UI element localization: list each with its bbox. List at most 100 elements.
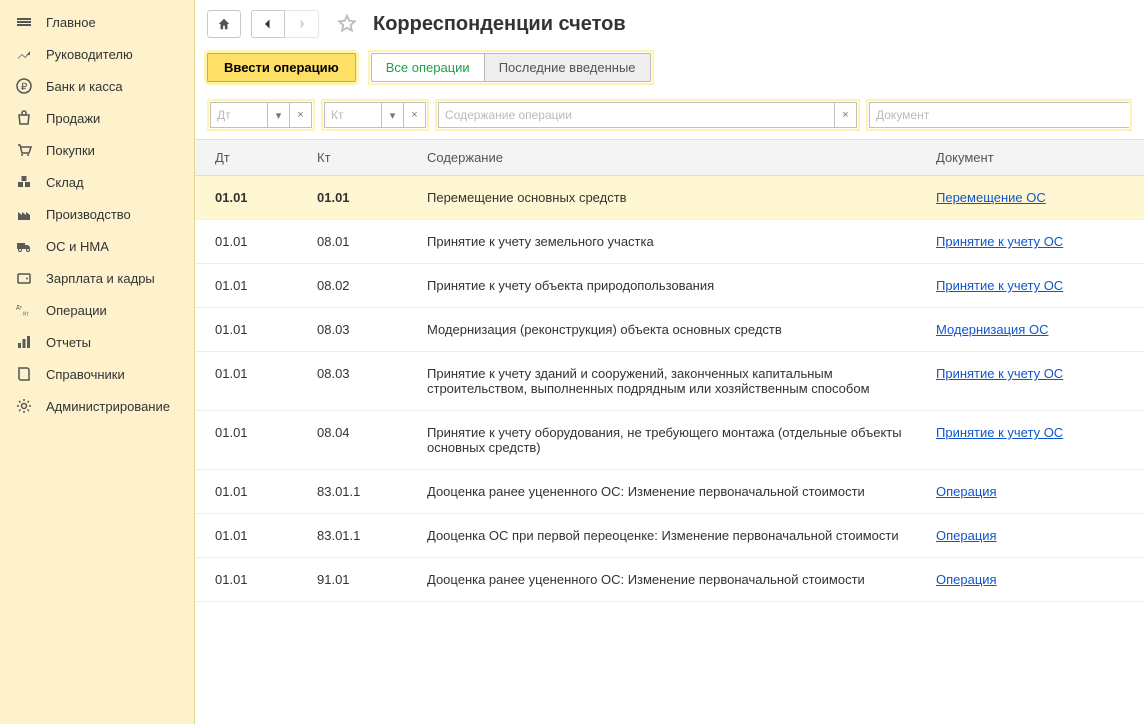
cell-dt: 01.01	[195, 514, 305, 558]
cell-dt: 01.01	[195, 176, 305, 220]
table-row[interactable]: 01.0101.01Перемещение основных средствПе…	[195, 176, 1144, 220]
toggle-all-operations[interactable]: Все операции	[371, 53, 485, 82]
svg-text:Кт: Кт	[23, 311, 29, 317]
sidebar-item-label: Руководителю	[46, 47, 133, 62]
toggle-recent-operations[interactable]: Последние введенные	[485, 53, 651, 82]
cell-content: Модернизация (реконструкция) объекта осн…	[415, 308, 924, 352]
table-row[interactable]: 01.0108.03Модернизация (реконструкция) о…	[195, 308, 1144, 352]
filter-kt-clear[interactable]: ×	[404, 102, 426, 128]
sidebar-item-boxes[interactable]: Склад	[0, 166, 194, 198]
table-body: 01.0101.01Перемещение основных средствПе…	[195, 176, 1144, 602]
sidebar-item-label: Операции	[46, 303, 107, 318]
doc-link[interactable]: Модернизация ОС	[936, 322, 1048, 337]
sidebar-item-label: Продажи	[46, 111, 100, 126]
filter-content-clear[interactable]: ×	[835, 102, 857, 128]
cell-doc: Принятие к учету ОС	[924, 264, 1144, 308]
cell-doc: Принятие к учету ОС	[924, 352, 1144, 411]
cell-content: Принятие к учету зданий и сооружений, за…	[415, 352, 924, 411]
cell-kt: 08.01	[305, 220, 415, 264]
cell-content: Дооценка ранее уцененного ОС: Изменение …	[415, 470, 924, 514]
menu-icon	[14, 14, 34, 30]
cell-doc: Перемещение ОС	[924, 176, 1144, 220]
doc-link[interactable]: Операция	[936, 528, 997, 543]
svg-text:Дт: Дт	[16, 305, 23, 311]
table-row[interactable]: 01.0183.01.1Дооценка ОС при первой перео…	[195, 514, 1144, 558]
table-row[interactable]: 01.0108.01Принятие к учету земельного уч…	[195, 220, 1144, 264]
cart-icon	[14, 142, 34, 158]
filter-dt-dropdown[interactable]: ▾	[268, 102, 290, 128]
toolbar: Ввести операцию Все операции Последние в…	[195, 46, 1144, 95]
sidebar-item-trend[interactable]: Руководителю	[0, 38, 194, 70]
home-button[interactable]	[207, 10, 241, 38]
page-title: Корреспонденции счетов	[373, 13, 626, 36]
sidebar-item-truck[interactable]: ОС и НМА	[0, 230, 194, 262]
trend-icon	[14, 46, 34, 62]
sidebar-item-factory[interactable]: Производство	[0, 198, 194, 230]
cell-doc: Операция	[924, 558, 1144, 602]
table-row[interactable]: 01.0108.03Принятие к учету зданий и соор…	[195, 352, 1144, 411]
sidebar-item-ruble[interactable]: ₽ Банк и касса	[0, 70, 194, 102]
sidebar-item-chart[interactable]: Отчеты	[0, 326, 194, 358]
cell-dt: 01.01	[195, 470, 305, 514]
cell-content: Принятие к учету объекта природопользова…	[415, 264, 924, 308]
doc-link[interactable]: Принятие к учету ОС	[936, 278, 1063, 293]
filter-doc-input[interactable]	[869, 102, 1129, 128]
sidebar-item-label: Производство	[46, 207, 131, 222]
nav-back-button[interactable]	[251, 10, 285, 38]
filter-kt-dropdown[interactable]: ▾	[382, 102, 404, 128]
th-content[interactable]: Содержание	[415, 140, 924, 176]
table-row[interactable]: 01.0108.02Принятие к учету объекта приро…	[195, 264, 1144, 308]
sidebar-item-label: Отчеты	[46, 335, 91, 350]
sidebar-item-dtkt[interactable]: ДтКт Операции	[0, 294, 194, 326]
doc-link[interactable]: Операция	[936, 484, 997, 499]
sidebar-item-label: Справочники	[46, 367, 125, 382]
view-toggle: Все операции Последние введенные	[368, 50, 654, 85]
doc-link[interactable]: Операция	[936, 572, 997, 587]
sidebar: Главное Руководителю ₽ Банк и касса Продажи П…	[0, 0, 195, 724]
sidebar-item-label: Зарплата и кадры	[46, 271, 155, 286]
cell-kt: 83.01.1	[305, 514, 415, 558]
nav-forward-button[interactable]	[285, 10, 319, 38]
sidebar-item-menu[interactable]: Главное	[0, 6, 194, 38]
sidebar-item-label: ОС и НМА	[46, 239, 109, 254]
svg-text:₽: ₽	[21, 82, 28, 93]
cell-dt: 01.01	[195, 220, 305, 264]
filter-dt-input[interactable]	[210, 102, 268, 128]
sidebar-item-wallet[interactable]: Зарплата и кадры	[0, 262, 194, 294]
dtkt-icon: ДтКт	[14, 302, 34, 318]
doc-link[interactable]: Перемещение ОС	[936, 190, 1046, 205]
th-doc[interactable]: Документ	[924, 140, 1144, 176]
cell-content: Принятие к учету оборудования, не требую…	[415, 411, 924, 470]
sidebar-item-gear[interactable]: Администрирование	[0, 390, 194, 422]
sidebar-item-label: Покупки	[46, 143, 95, 158]
cell-content: Дооценка ОС при первой переоценке: Измен…	[415, 514, 924, 558]
filter-kt-input[interactable]	[324, 102, 382, 128]
cell-doc: Принятие к учету ОС	[924, 411, 1144, 470]
main: Корреспонденции счетов Ввести операцию В…	[195, 0, 1144, 724]
sidebar-item-cart[interactable]: Покупки	[0, 134, 194, 166]
th-dt[interactable]: Дт	[195, 140, 305, 176]
doc-link[interactable]: Принятие к учету ОС	[936, 234, 1063, 249]
filter-dt-clear[interactable]: ×	[290, 102, 312, 128]
table-wrap[interactable]: Дт Кт Содержание Документ 01.0101.01Пере…	[195, 140, 1144, 724]
sidebar-item-bag[interactable]: Продажи	[0, 102, 194, 134]
table-row[interactable]: 01.0183.01.1Дооценка ранее уцененного ОС…	[195, 470, 1144, 514]
doc-link[interactable]: Принятие к учету ОС	[936, 366, 1063, 381]
truck-icon	[14, 238, 34, 254]
doc-link[interactable]: Принятие к учету ОС	[936, 425, 1063, 440]
enter-operation-button[interactable]: Ввести операцию	[207, 53, 356, 82]
titlebar: Корреспонденции счетов	[195, 0, 1144, 46]
favorite-star-icon[interactable]	[333, 10, 361, 38]
sidebar-item-label: Склад	[46, 175, 84, 190]
sidebar-item-label: Банк и касса	[46, 79, 123, 94]
book-icon	[14, 366, 34, 382]
cell-doc: Операция	[924, 470, 1144, 514]
factory-icon	[14, 206, 34, 222]
table-row[interactable]: 01.0108.04Принятие к учету оборудования,…	[195, 411, 1144, 470]
filter-content-input[interactable]	[438, 102, 835, 128]
cell-kt: 01.01	[305, 176, 415, 220]
table-row[interactable]: 01.0191.01Дооценка ранее уцененного ОС: …	[195, 558, 1144, 602]
th-kt[interactable]: Кт	[305, 140, 415, 176]
sidebar-item-book[interactable]: Справочники	[0, 358, 194, 390]
filter-bar: ▾ × ▾ × ×	[195, 95, 1144, 140]
